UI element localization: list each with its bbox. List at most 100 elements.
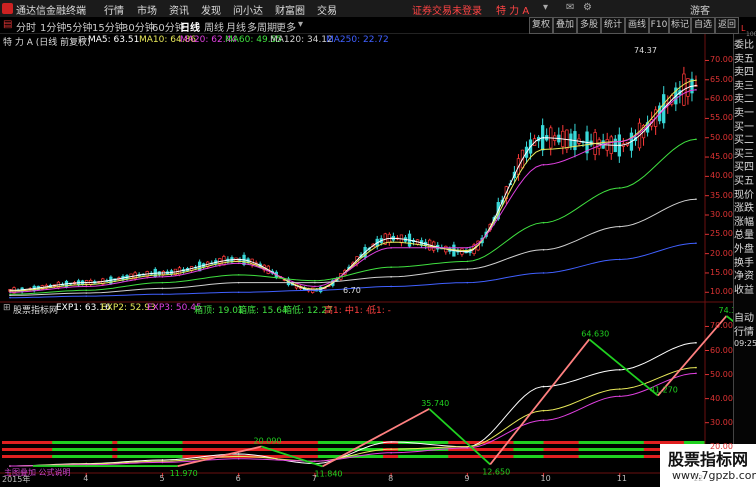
box-band bbox=[97, 448, 103, 451]
watermark: 股票指标网 www.7gpzb.com bbox=[660, 444, 756, 487]
box-band bbox=[42, 448, 48, 451]
box-band bbox=[152, 441, 158, 444]
y-tick-label: 50.00 bbox=[710, 132, 733, 142]
box-band bbox=[27, 448, 33, 451]
data-point-ma10 bbox=[466, 249, 469, 252]
box-band bbox=[332, 448, 339, 451]
box-band bbox=[483, 448, 489, 451]
box-band bbox=[37, 455, 43, 458]
box-band bbox=[528, 448, 535, 451]
box-band bbox=[578, 441, 585, 444]
y-tick-label: 70.00 bbox=[710, 55, 733, 65]
zigzag-segment bbox=[489, 338, 590, 465]
box-band bbox=[317, 448, 324, 451]
box-band bbox=[548, 441, 555, 444]
data-point-ma250 bbox=[9, 296, 11, 299]
box-band bbox=[287, 441, 294, 444]
box-band bbox=[72, 455, 78, 458]
series-line-exp1 bbox=[10, 342, 697, 467]
box-band bbox=[232, 448, 239, 451]
box-band bbox=[277, 448, 284, 451]
box-band bbox=[207, 441, 214, 444]
box-band bbox=[147, 448, 153, 451]
box-band bbox=[448, 441, 454, 444]
box-band bbox=[523, 441, 529, 444]
data-point-ma250 bbox=[161, 293, 164, 296]
box-band bbox=[453, 441, 459, 444]
box-band bbox=[533, 441, 540, 444]
box-band bbox=[418, 455, 424, 458]
box-band bbox=[47, 448, 53, 451]
box-band bbox=[423, 455, 429, 458]
box-band bbox=[638, 455, 645, 458]
data-point-exp3 bbox=[161, 461, 164, 464]
y-tick-label: 25.00 bbox=[710, 229, 733, 239]
data-point-ma120 bbox=[237, 281, 240, 284]
box-band bbox=[413, 455, 419, 458]
y-tick-label: 70.00 bbox=[710, 321, 733, 331]
box-band bbox=[137, 441, 143, 444]
data-point-exp3 bbox=[695, 372, 697, 375]
box-band bbox=[297, 455, 304, 458]
box-band bbox=[62, 441, 68, 444]
box-band bbox=[67, 448, 73, 451]
box-band bbox=[187, 448, 194, 451]
box-band bbox=[112, 455, 118, 458]
box-band bbox=[2, 448, 8, 451]
box-band bbox=[212, 441, 219, 444]
box-band bbox=[62, 448, 68, 451]
box-band bbox=[563, 455, 570, 458]
box-band bbox=[182, 448, 189, 451]
data-point-ma10 bbox=[390, 241, 392, 243]
box-band bbox=[97, 441, 103, 444]
box-band bbox=[608, 455, 615, 458]
order-book-row: 收益 bbox=[734, 284, 754, 296]
data-point-exp3 bbox=[542, 419, 545, 422]
data-point-ma5 bbox=[161, 272, 164, 274]
x-tick-label: 10 bbox=[540, 474, 551, 483]
box-band bbox=[212, 448, 219, 451]
box-band bbox=[503, 448, 509, 451]
box-band bbox=[17, 441, 23, 444]
box-band bbox=[327, 448, 334, 451]
box-band bbox=[77, 448, 83, 451]
box-band bbox=[307, 448, 314, 451]
box-band bbox=[573, 455, 580, 458]
box-band bbox=[538, 455, 545, 458]
zigzag-annotation: 11.840 bbox=[315, 469, 343, 478]
box-band bbox=[568, 441, 575, 444]
box-band bbox=[157, 441, 163, 444]
box-band bbox=[37, 441, 43, 444]
box-band bbox=[568, 455, 575, 458]
box-band bbox=[92, 448, 98, 451]
box-band bbox=[227, 448, 234, 451]
y-tick-label: 20.00 bbox=[710, 441, 733, 451]
box-band bbox=[593, 441, 600, 444]
box-band bbox=[257, 448, 264, 451]
data-point-ma250 bbox=[237, 291, 240, 294]
box-band bbox=[122, 455, 128, 458]
box-band bbox=[227, 441, 234, 444]
box-band bbox=[438, 455, 444, 458]
side-quotes[interactable]: 行情 bbox=[734, 323, 756, 338]
y-tick-label: 35.00 bbox=[710, 190, 733, 200]
data-point-ma10 bbox=[542, 148, 545, 151]
data-point-ma60 bbox=[85, 289, 88, 292]
box-band bbox=[67, 455, 73, 458]
box-band bbox=[317, 441, 324, 444]
box-band bbox=[307, 441, 314, 444]
data-point-ma120 bbox=[695, 198, 697, 200]
box-band bbox=[438, 441, 444, 444]
box-band bbox=[242, 441, 249, 444]
data-point-ma20 bbox=[9, 291, 11, 294]
chart-canvas[interactable]: 11.970 11.840 12.650 35.740 64.630 41.270 74.3… bbox=[0, 0, 756, 487]
box-band bbox=[167, 448, 173, 451]
box-band bbox=[473, 455, 479, 458]
side-auto[interactable]: 自动 bbox=[734, 309, 756, 324]
box-band bbox=[433, 441, 439, 444]
box-band bbox=[92, 441, 98, 444]
box-band bbox=[628, 455, 635, 458]
box-band bbox=[32, 448, 38, 451]
box-band bbox=[653, 455, 660, 458]
box-band bbox=[277, 455, 284, 458]
